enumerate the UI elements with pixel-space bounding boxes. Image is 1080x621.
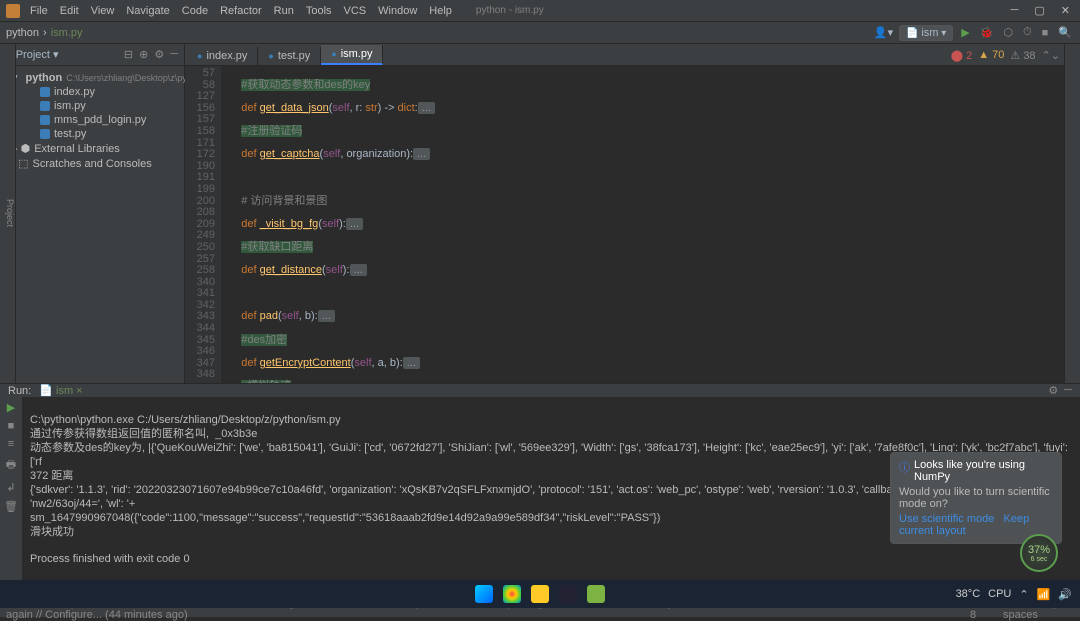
add-config-button[interactable]: 👤▾ xyxy=(874,26,893,39)
notification-popup[interactable]: ⓘLooks like you're using NumPy Would you… xyxy=(890,452,1062,544)
menu-refactor[interactable]: Refactor xyxy=(214,5,268,17)
rerun-icon[interactable]: ▶ xyxy=(7,401,15,414)
hide-icon[interactable]: ─ xyxy=(170,48,178,61)
run-config-selector[interactable]: 📄 ism ▾ xyxy=(899,25,953,41)
tab-index[interactable]: ●index.py xyxy=(187,47,258,65)
menu-bar: File Edit View Navigate Code Refactor Ru… xyxy=(0,0,1080,22)
code-area[interactable]: 5758127156157158171172190191199200208209… xyxy=(185,66,1080,383)
menu-tools[interactable]: Tools xyxy=(300,5,338,17)
print-icon[interactable]: 🖶 xyxy=(6,456,16,475)
app-icon-1[interactable] xyxy=(559,585,577,603)
menu-window[interactable]: Window xyxy=(372,5,423,17)
gutter: 5758127156157158171172190191199200208209… xyxy=(185,66,221,383)
project-sidebar: ■ Project ▾ ⊟ ⊕ ⚙ ─ ▾python C:\Users\zhl… xyxy=(0,44,185,383)
menu-file[interactable]: File xyxy=(24,5,54,17)
run-label: Run: xyxy=(8,385,31,397)
folder-icon[interactable] xyxy=(531,585,549,603)
tab-test[interactable]: ●test.py xyxy=(258,47,321,65)
breadcrumb-file[interactable]: ism.py xyxy=(51,27,83,39)
windows-taskbar: 38°CCPU⌃📶🔊 xyxy=(0,580,1080,608)
notif-link-scientific[interactable]: Use scientific mode xyxy=(899,513,994,525)
tree-file[interactable]: index.py xyxy=(0,85,184,99)
tree-file[interactable]: ism.py xyxy=(0,99,184,113)
menu-run[interactable]: Run xyxy=(268,5,300,17)
editor: ●index.py ●test.py ●ism.py ⬤ 2 ▲ 70 ⚠ 38… xyxy=(185,44,1080,383)
run-settings-icon[interactable]: ⚙ xyxy=(1048,384,1058,397)
select-opened-icon[interactable]: ⊕ xyxy=(139,48,148,61)
menu-navigate[interactable]: Navigate xyxy=(120,5,175,17)
menu-view[interactable]: View xyxy=(85,5,121,17)
menu-edit[interactable]: Edit xyxy=(54,5,85,17)
system-tray[interactable]: 38°CCPU⌃📶🔊 xyxy=(956,588,1072,601)
gear-icon[interactable]: ⚙ xyxy=(154,48,164,61)
window-title-path: python - ism.py xyxy=(470,5,550,16)
collapse-icon[interactable]: ⊟ xyxy=(124,48,133,61)
left-tool-rail[interactable]: Project xyxy=(0,44,16,383)
app-icon xyxy=(6,4,20,18)
menu-help[interactable]: Help xyxy=(423,5,458,17)
scroll-end-icon[interactable]: ≡ xyxy=(8,438,14,450)
notification-body: Would you like to turn scientific mode o… xyxy=(899,486,1053,510)
tab-ism[interactable]: ●ism.py xyxy=(321,45,383,65)
tree-file[interactable]: mms_pdd_login.py xyxy=(0,113,184,127)
tree-root[interactable]: ▾python C:\Users\zhliang\Desktop\z\pytho… xyxy=(0,70,184,85)
trash-icon[interactable]: 🗑 xyxy=(4,500,18,513)
run-toolbar: ▶ ■ ≡ 🖶 ↲ 🗑 xyxy=(0,397,22,584)
app-icon-2[interactable] xyxy=(587,585,605,603)
close-icon[interactable]: ✕ xyxy=(1057,4,1074,17)
stop-icon[interactable]: ■ xyxy=(1040,27,1051,39)
breadcrumb: python › ism.py xyxy=(6,27,82,39)
editor-tabs: ●index.py ●test.py ●ism.py xyxy=(185,44,1080,66)
info-icon: ⓘ xyxy=(899,459,910,483)
menu-vcs[interactable]: VCS xyxy=(338,5,373,17)
project-tree: ▾python C:\Users\zhliang\Desktop\z\pytho… xyxy=(0,66,184,175)
tree-file[interactable]: test.py xyxy=(0,127,184,141)
breadcrumb-project[interactable]: python xyxy=(6,27,39,39)
right-tool-rail[interactable] xyxy=(1064,44,1080,383)
code-lines[interactable]: #获取动态参数和des的key def get_data_json(self, … xyxy=(221,66,1080,383)
run-hide-icon[interactable]: ─ xyxy=(1064,384,1072,397)
stop-run-icon[interactable]: ■ xyxy=(8,420,15,432)
debug-icon[interactable]: 🐞 xyxy=(978,26,996,39)
nav-bar: python › ism.py 👤▾ 📄 ism ▾ ▶ 🐞 ⬡ ⏱ ■ 🔍 xyxy=(0,22,1080,44)
editor-status[interactable]: ⬤ 2 ▲ 70 ⚠ 38 ⌃⌄ xyxy=(951,49,1060,62)
windows-start-icon[interactable] xyxy=(475,585,493,603)
run-config-name[interactable]: 📄 ism × xyxy=(39,384,82,397)
run-icon[interactable]: ▶ xyxy=(959,26,971,39)
tree-external-libs[interactable]: ▸ ⬢ External Libraries xyxy=(0,141,184,156)
menu-code[interactable]: Code xyxy=(176,5,214,17)
coverage-icon[interactable]: ⬡ xyxy=(1001,26,1015,39)
profile-icon[interactable]: ⏱ xyxy=(1021,26,1034,39)
search-icon[interactable]: 🔍 xyxy=(1056,26,1074,39)
minimize-icon[interactable]: ─ xyxy=(1007,4,1023,17)
tree-scratches[interactable]: ⬚ Scratches and Consoles xyxy=(0,156,184,171)
chrome-icon[interactable] xyxy=(503,585,521,603)
power-widget[interactable]: 37% 6 sec xyxy=(1020,534,1058,572)
maximize-icon[interactable]: ▢ xyxy=(1030,4,1048,17)
soft-wrap-icon[interactable]: ↲ xyxy=(6,481,15,494)
